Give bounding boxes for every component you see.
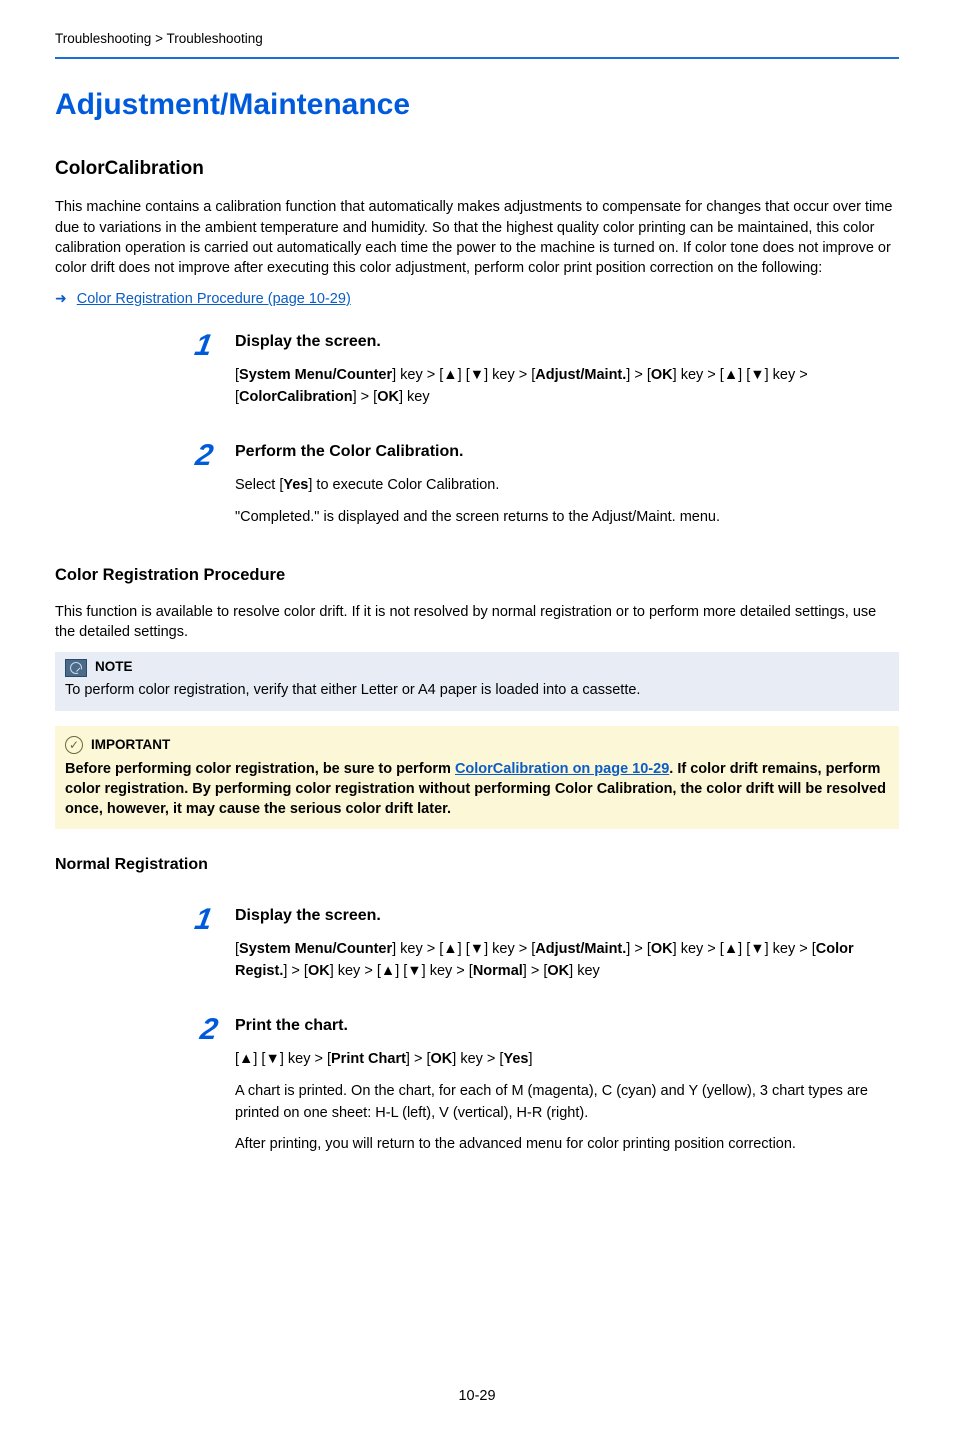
- step-number: 1: [182, 331, 222, 419]
- normal-registration-heading: Normal Registration: [55, 854, 899, 876]
- note-body: To perform color registration, verify th…: [65, 680, 889, 700]
- note-icon: [65, 659, 87, 677]
- step-number: 1: [182, 905, 222, 993]
- step-title: Display the screen.: [235, 331, 899, 353]
- check-circle-icon: ✓: [65, 736, 83, 754]
- page-title: Adjustment/Maintenance: [55, 84, 899, 126]
- page-number: 10-29: [55, 1386, 899, 1406]
- section-heading-colorcalibration: ColorCalibration: [55, 156, 899, 183]
- note-label: NOTE: [95, 658, 133, 677]
- link-row: ➜ Color Registration Procedure (page 10-…: [55, 289, 899, 309]
- color-registration-link[interactable]: Color Registration Procedure (page 10-29…: [77, 289, 351, 309]
- step-number: 2: [177, 1015, 229, 1166]
- step-body: [System Menu/Counter] key > [▲] [▼] key …: [235, 365, 899, 409]
- colorcalibration-link[interactable]: ColorCalibration on page 10-29: [455, 761, 669, 777]
- step-body: [System Menu/Counter] key > [▲] [▼] key …: [235, 939, 899, 983]
- breadcrumb: Troubleshooting > Troubleshooting: [55, 30, 899, 59]
- colorcalibration-body: This machine contains a calibration func…: [55, 197, 899, 278]
- step-body: [▲] [▼] key > [Print Chart] > [OK] key >…: [235, 1049, 899, 1071]
- step-1: 1 Display the screen. [System Menu/Count…: [190, 331, 899, 419]
- step-2: 2 Perform the Color Calibration. Select …: [190, 441, 899, 539]
- step-body: After printing, you will return to the a…: [235, 1134, 899, 1156]
- step-number: 2: [181, 441, 223, 539]
- step-body: Select [Yes] to execute Color Calibratio…: [235, 475, 899, 497]
- step-body: "Completed." is displayed and the screen…: [235, 507, 899, 529]
- note-box: NOTE To perform color registration, veri…: [55, 652, 899, 710]
- step-title: Perform the Color Calibration.: [235, 441, 899, 463]
- step-title: Print the chart.: [235, 1015, 899, 1037]
- color-registration-body: This function is available to resolve co…: [55, 602, 899, 643]
- step-body: A chart is printed. On the chart, for ea…: [235, 1081, 899, 1125]
- step-title: Display the screen.: [235, 905, 899, 927]
- important-body: Before performing color registration, be…: [65, 759, 889, 820]
- subsection-heading-color-registration: Color Registration Procedure: [55, 564, 899, 587]
- important-box: ✓ IMPORTANT Before performing color regi…: [55, 726, 899, 830]
- important-label: IMPORTANT: [91, 736, 170, 755]
- arrow-right-icon: ➜: [55, 289, 67, 309]
- step-1-normal: 1 Display the screen. [System Menu/Count…: [190, 905, 899, 993]
- step-2-normal: 2 Print the chart. [▲] [▼] key > [Print …: [190, 1015, 899, 1166]
